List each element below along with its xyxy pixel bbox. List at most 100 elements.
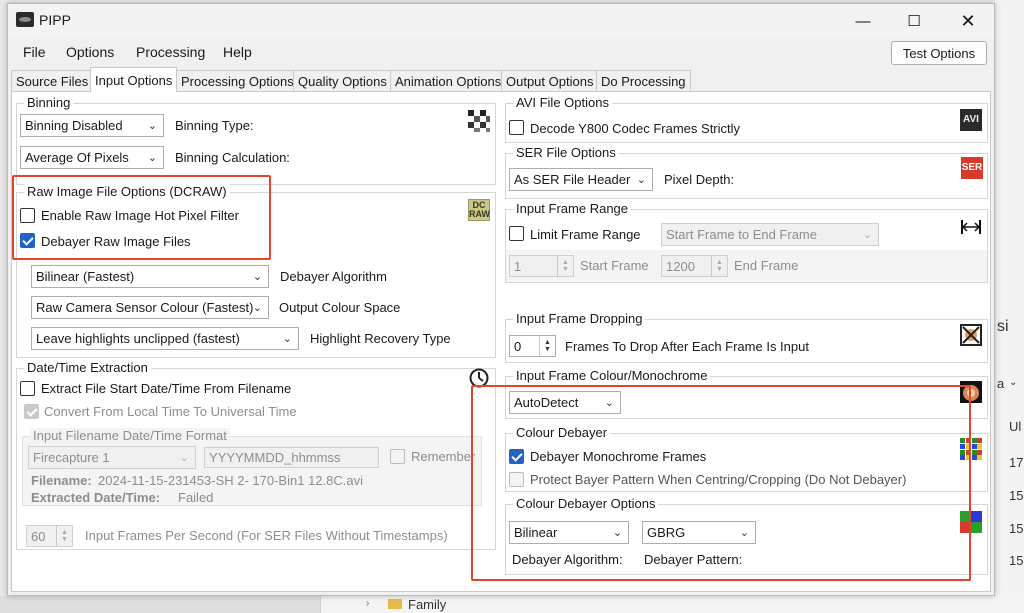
frame-dropping-group: Input Frame Dropping 0 ▲ ▼ Frames To Drop …	[505, 311, 988, 363]
stepper-value: 0	[514, 338, 522, 354]
tab-output-options[interactable]: Output Options	[501, 70, 599, 91]
group-title: Date/Time Extraction	[24, 360, 151, 375]
spin-arrows-icon[interactable]: ▲ ▼	[711, 256, 727, 276]
binning-group: Binning Binning Disabled ⌄ Binning Type: …	[16, 95, 496, 185]
fps-stepper[interactable]: 60 ▲ ▼	[26, 525, 73, 547]
stepper-value: 60	[31, 528, 46, 544]
extract-datetime-checkbox[interactable]	[20, 381, 35, 396]
group-title: Binning	[24, 95, 74, 110]
filename-label: Filename:	[31, 473, 92, 488]
bg-text: 17	[1009, 455, 1024, 470]
chevron-down-icon: ⌄	[252, 302, 262, 314]
close-button[interactable]: ✕	[945, 8, 991, 34]
remember-checkbox[interactable]	[390, 449, 405, 464]
binning-type-select[interactable]: Binning Disabled ⌄	[20, 114, 164, 137]
start-frame-stepper[interactable]: 1 ▲ ▼	[509, 255, 574, 277]
chevron-right-icon: ›	[366, 598, 370, 609]
group-title: Input Frame Range	[513, 201, 632, 216]
tab-source-files[interactable]: Source Files	[11, 70, 94, 91]
format-pattern-field[interactable]: YYYYMMDD_hhmmss	[204, 447, 379, 468]
highlight-recovery-select[interactable]: Leave highlights unclipped (fastest) ⌄	[31, 327, 299, 350]
bg-text: a	[997, 376, 1005, 391]
folder-icon	[388, 599, 402, 609]
chevron-down-icon: ⌄	[179, 452, 189, 464]
menu-bar: File Options Processing Help	[8, 40, 994, 64]
title-bar: PIPP — ☐ ✕	[8, 4, 994, 37]
select-value: Leave highlights unclipped (fastest)	[36, 331, 240, 346]
raw-debayer-algorithm-label: Debayer Algorithm	[280, 269, 387, 284]
output-colour-space-label: Output Colour Space	[279, 300, 401, 315]
limit-frame-range-label: Limit Frame Range	[530, 227, 641, 242]
binning-calculation-select[interactable]: Average Of Pixels ⌄	[20, 146, 164, 169]
select-value: Raw Camera Sensor Colour (Fastest)	[36, 300, 254, 315]
tab-quality-options[interactable]: Quality Options	[293, 70, 392, 91]
maximize-button[interactable]: ☐	[891, 8, 937, 34]
fps-label: Input Frames Per Second (For SER Files W…	[85, 528, 448, 543]
chevron-down-icon: ⌄	[147, 120, 157, 132]
raw-debayer-algorithm-select[interactable]: Bilinear (Fastest) ⌄	[31, 265, 269, 288]
app-icon	[16, 12, 34, 27]
pixel-depth-label: Pixel Depth:	[664, 172, 735, 187]
datetime-group: Date/Time Extraction Extract File Start …	[16, 360, 496, 550]
frame-range-group: Input Frame Range Limit Frame Range Star…	[505, 201, 988, 283]
menu-help[interactable]: Help	[223, 44, 252, 60]
chevron-down-icon: ⌄	[636, 174, 646, 186]
chevron-down-icon: ⌄	[282, 333, 292, 345]
select-value: Firecapture 1	[33, 450, 110, 465]
output-colour-space-select[interactable]: Raw Camera Sensor Colour (Fastest) ⌄	[31, 296, 269, 319]
spin-arrows-icon[interactable]: ▲ ▼	[557, 256, 573, 276]
end-frame-label: End Frame	[734, 258, 799, 273]
extracted-value: Failed	[178, 490, 214, 505]
binning-calculation-label: Binning Calculation:	[175, 150, 290, 165]
minimize-button[interactable]: —	[840, 8, 886, 34]
bg-text: Ul	[1009, 419, 1022, 434]
filename-format-group: Input Filename Date/Time Format Firecapt…	[22, 428, 482, 506]
tab-animation-options[interactable]: Animation Options	[390, 70, 507, 91]
highlight-recovery-label: Highlight Recovery Type	[310, 331, 451, 346]
decode-y800-label: Decode Y800 Codec Frames Strictly	[530, 121, 741, 136]
binning-type-label: Binning Type:	[175, 118, 254, 133]
limit-frame-range-checkbox[interactable]	[509, 226, 524, 241]
menu-file[interactable]: File	[23, 44, 46, 60]
convert-utc-checkbox[interactable]	[24, 404, 39, 419]
test-options-button[interactable]: Test Options	[891, 41, 987, 65]
bg-text: si	[997, 318, 1009, 335]
range-arrows-icon	[960, 216, 982, 238]
ser-icon: SER	[961, 157, 983, 179]
menu-processing[interactable]: Processing	[136, 44, 205, 60]
chevron-down-icon: ⌄	[147, 152, 157, 164]
convert-utc-label: Convert From Local Time To Universal Tim…	[44, 404, 297, 419]
drop-frame-icon	[960, 324, 982, 346]
spin-arrows-icon[interactable]: ▲ ▼	[539, 336, 555, 356]
filename-format-select[interactable]: Firecapture 1 ⌄	[28, 446, 196, 469]
select-value: As SER File Header	[514, 172, 631, 187]
pixel-depth-select[interactable]: As SER File Header ⌄	[509, 168, 653, 191]
folder-label: Family	[408, 597, 447, 612]
bg-text: 15	[1009, 553, 1024, 568]
group-title: Input Frame Dropping	[513, 311, 646, 326]
spin-arrows-icon[interactable]: ▲ ▼	[56, 526, 72, 546]
background-window: si a ⌄ Ul 17 15 15 15	[995, 0, 1024, 613]
start-frame-label: Start Frame	[580, 258, 649, 273]
group-title: Input Frame Colour/Monochrome	[513, 368, 711, 383]
extracted-label: Extracted Date/Time:	[31, 490, 161, 505]
group-title: Input Filename Date/Time Format	[30, 428, 230, 443]
decode-y800-checkbox[interactable]	[509, 120, 524, 135]
window-title: PIPP	[39, 12, 71, 28]
dcraw-icon: DC RAW	[468, 199, 490, 221]
tab-do-processing[interactable]: Do Processing	[596, 70, 691, 91]
remember-label: Remember	[411, 449, 476, 464]
menu-options[interactable]: Options	[66, 44, 114, 60]
checker-icon	[468, 110, 490, 132]
tab-processing-options[interactable]: Processing Options	[176, 70, 299, 91]
ser-group: SER File Options As SER File Header ⌄ Pix…	[505, 145, 988, 199]
frame-range-mode-select[interactable]: Start Frame to End Frame ⌄	[661, 223, 879, 246]
stepper-value: 1	[514, 258, 522, 274]
filename-value: 2024-11-15-231453-SH 2- 170-Bin1 12.8C.a…	[98, 473, 363, 488]
end-frame-stepper[interactable]: 1200 ▲ ▼	[661, 255, 728, 277]
frames-to-drop-label: Frames To Drop After Each Frame Is Input	[565, 339, 809, 354]
frames-to-drop-stepper[interactable]: 0 ▲ ▼	[509, 335, 556, 357]
tab-input-options[interactable]: Input Options	[90, 67, 178, 92]
stepper-value: 1200	[666, 258, 695, 274]
bg-text: 15	[1009, 488, 1024, 503]
